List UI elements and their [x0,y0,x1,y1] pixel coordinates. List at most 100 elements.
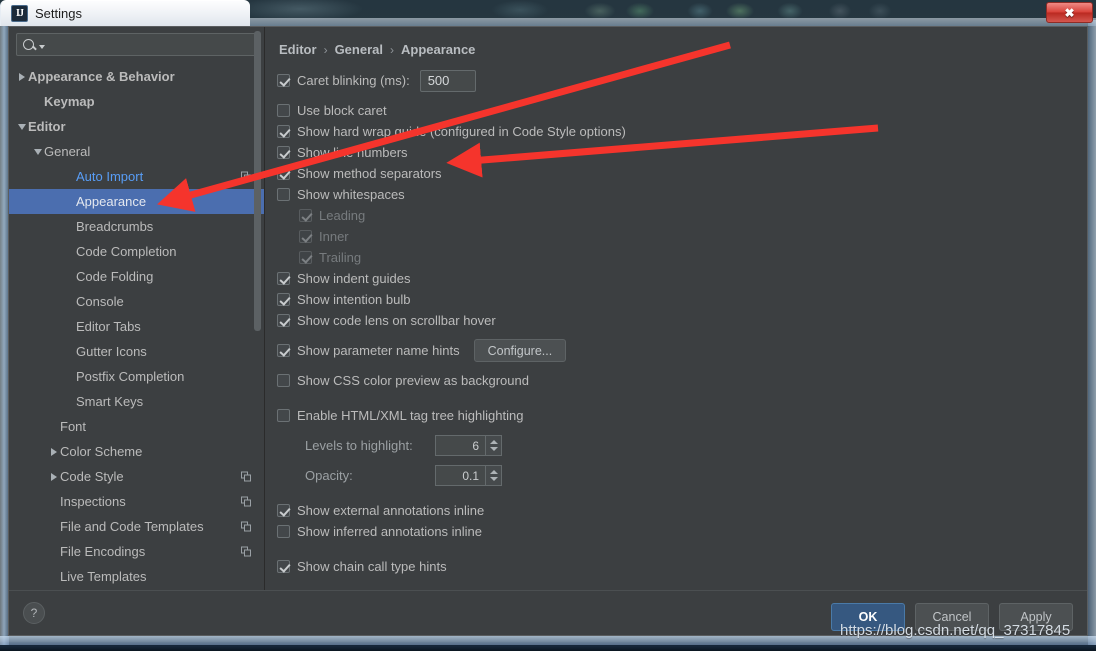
sidebar-item-inspections[interactable]: Inspections [9,489,264,514]
sidebar-scrollbar[interactable] [254,31,261,331]
option-show-parameter-name-hints[interactable]: Show parameter name hints Configure... [277,339,1069,362]
chevron-right-icon[interactable] [47,472,60,481]
chevron-down-icon[interactable] [15,123,28,130]
chevron-up-icon[interactable] [489,440,498,444]
caret-blinking-label: Caret blinking (ms): [297,73,410,88]
option-use-block-caret[interactable]: Use block caret [277,101,1069,120]
sidebar-item-postfix-completion[interactable]: Postfix Completion [9,364,264,389]
search-input[interactable] [47,36,256,53]
levels-to-highlight-arrows[interactable] [485,435,502,456]
opacity-arrows[interactable] [485,465,502,486]
chevron-down-icon[interactable] [489,447,498,451]
sidebar-item-code-style[interactable]: Code Style [9,464,264,489]
option-show-line-numbers[interactable]: Show line numbers [277,143,1069,162]
option-enable-html-xml-tag-tree[interactable]: Enable HTML/XML tag tree highlighting [277,406,1069,425]
trailing-checkbox [299,251,312,264]
sidebar-item-color-scheme[interactable]: Color Scheme [9,439,264,464]
chevron-down-icon[interactable] [489,477,498,481]
sidebar-item-appearance-behavior[interactable]: Appearance & Behavior [9,64,264,89]
show-inferred-annotations-checkbox[interactable] [277,525,290,538]
sidebar-item-console[interactable]: Console [9,289,264,314]
settings-sidebar: Appearance & Behavior Keymap Editor General… [9,27,265,590]
option-caret-blinking[interactable]: Caret blinking (ms): 500 [277,69,1069,92]
sidebar-item-gutter-icons[interactable]: Gutter Icons [9,339,264,364]
breadcrumb-general[interactable]: General [335,42,383,57]
option-show-external-annotations[interactable]: Show external annotations inline [277,501,1069,520]
option-show-chain-call-type-hints[interactable]: Show chain call type hints [277,557,1069,576]
show-line-numbers-checkbox[interactable] [277,146,290,159]
show-css-color-preview-checkbox[interactable] [277,374,290,387]
show-whitespaces-checkbox[interactable] [277,188,290,201]
option-show-css-color-preview[interactable]: Show CSS color preview as background [277,371,1069,390]
sidebar-item-auto-import[interactable]: Auto Import [9,164,264,189]
option-show-inferred-annotations[interactable]: Show inferred annotations inline [277,522,1069,541]
breadcrumb-separator-icon: › [323,42,328,57]
chevron-down-icon[interactable] [39,44,45,49]
levels-to-highlight-stepper[interactable]: 6 [435,435,502,456]
sidebar-item-label: Smart Keys [76,394,144,409]
chevron-right-icon[interactable] [47,447,60,456]
show-hard-wrap-guide-checkbox[interactable] [277,125,290,138]
help-icon[interactable]: ? [23,602,45,624]
option-show-method-separators[interactable]: Show method separators [277,164,1069,183]
chevron-up-icon[interactable] [489,470,498,474]
search-box[interactable] [16,33,257,56]
sidebar-item-smart-keys[interactable]: Smart Keys [9,389,264,414]
window-border-bottom [0,636,1096,645]
copy-icon[interactable] [241,471,252,482]
configure-button[interactable]: Configure... [473,339,567,362]
show-method-separators-checkbox[interactable] [277,167,290,180]
cancel-button[interactable]: Cancel [915,603,989,631]
show-parameter-name-hints-checkbox[interactable] [277,344,290,357]
opacity-stepper[interactable]: 0.1 [435,465,502,486]
show-indent-guides-checkbox[interactable] [277,272,290,285]
copy-icon[interactable] [241,546,252,557]
sidebar-item-label: Editor Tabs [76,319,141,334]
sidebar-item-font[interactable]: Font [9,414,264,439]
opacity-value[interactable]: 0.1 [435,465,485,486]
copy-icon[interactable] [241,171,252,182]
sidebar-item-file-and-code-templates[interactable]: File and Code Templates [9,514,264,539]
sidebar-item-editor-tabs[interactable]: Editor Tabs [9,314,264,339]
option-show-code-lens[interactable]: Show code lens on scrollbar hover [277,311,1069,330]
close-icon[interactable]: ✖ [1046,2,1093,23]
dialog-button-group: OK Cancel Apply [831,603,1073,631]
sidebar-item-file-encodings[interactable]: File Encodings [9,539,264,564]
chevron-down-icon[interactable] [31,148,44,155]
breadcrumb-editor[interactable]: Editor [279,42,317,57]
ok-button[interactable]: OK [831,603,905,631]
show-intention-bulb-checkbox[interactable] [277,293,290,306]
levels-to-highlight-label: Levels to highlight: [305,438,413,453]
option-show-indent-guides[interactable]: Show indent guides [277,269,1069,288]
caret-blinking-input[interactable]: 500 [419,69,476,92]
chevron-right-icon[interactable] [15,72,28,81]
show-chain-call-type-hints-checkbox[interactable] [277,560,290,573]
sidebar-item-appearance[interactable]: Appearance [9,189,264,214]
sidebar-item-keymap[interactable]: Keymap [9,89,264,114]
use-block-caret-checkbox[interactable] [277,104,290,117]
option-show-intention-bulb[interactable]: Show intention bulb [277,290,1069,309]
sidebar-item-editor[interactable]: Editor [9,114,264,139]
copy-icon[interactable] [241,496,252,507]
sidebar-item-general[interactable]: General [9,139,264,164]
apply-button[interactable]: Apply [999,603,1073,631]
caret-blinking-checkbox[interactable] [277,74,290,87]
enable-html-xml-tag-tree-checkbox[interactable] [277,409,290,422]
show-indent-guides-label: Show indent guides [297,271,411,286]
show-external-annotations-label: Show external annotations inline [297,503,485,518]
show-code-lens-checkbox[interactable] [277,314,290,327]
sidebar-item-code-completion[interactable]: Code Completion [9,239,264,264]
show-external-annotations-checkbox[interactable] [277,504,290,517]
sidebar-item-breadcrumbs[interactable]: Breadcrumbs [9,214,264,239]
copy-icon[interactable] [241,521,252,532]
option-show-whitespaces[interactable]: Show whitespaces [277,185,1069,204]
levels-to-highlight-value[interactable]: 6 [435,435,485,456]
sidebar-item-live-templates[interactable]: Live Templates [9,564,264,589]
sidebar-item-code-folding[interactable]: Code Folding [9,264,264,289]
option-show-hard-wrap-guide[interactable]: Show hard wrap guide (configured in Code… [277,122,1069,141]
breadcrumb: Editor › General › Appearance [279,42,1069,57]
